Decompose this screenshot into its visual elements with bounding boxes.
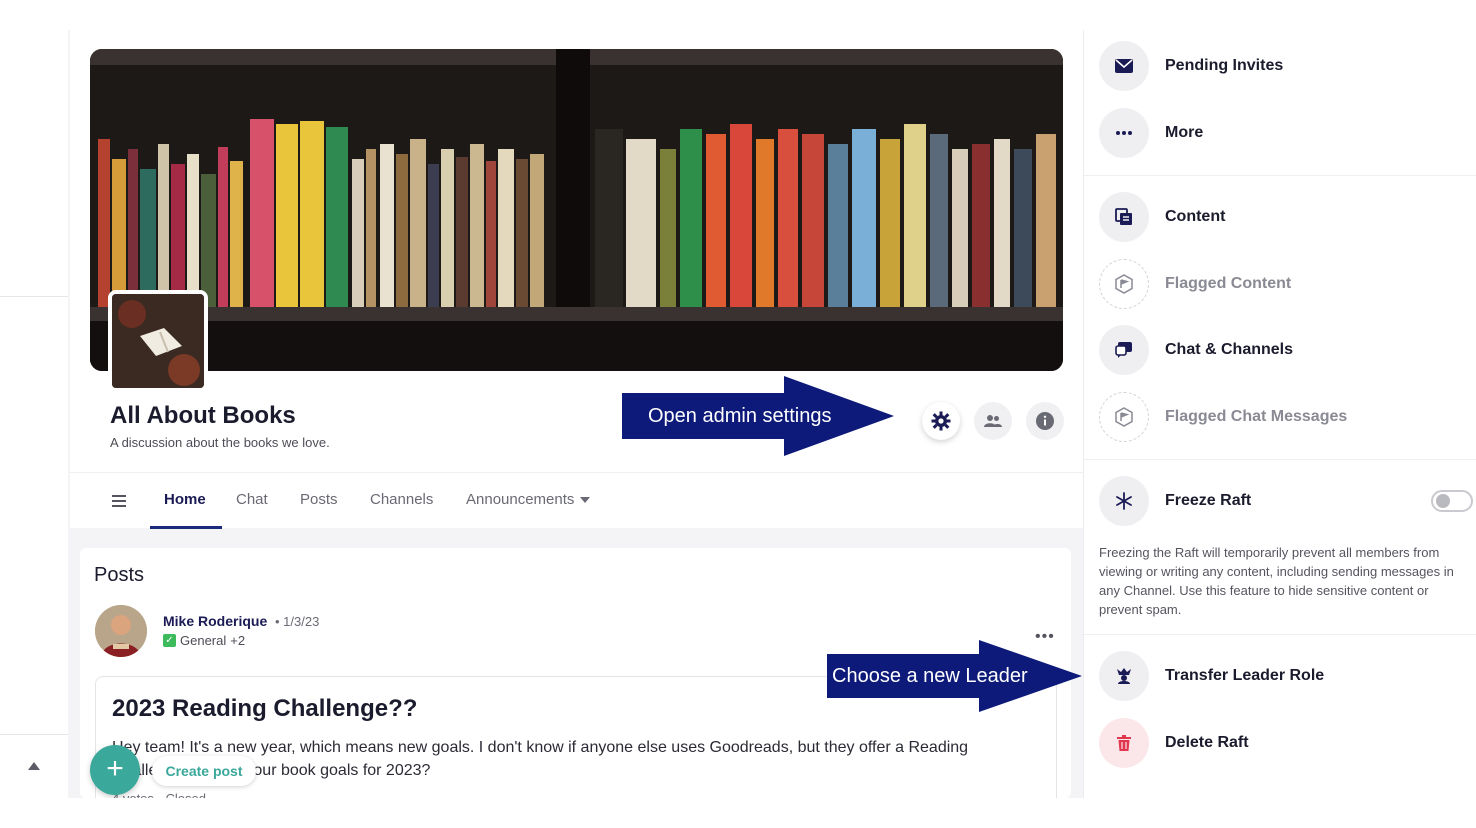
admin-settings-callout: Open admin settings <box>622 376 896 456</box>
group-subtitle: A discussion about the books we love. <box>110 435 330 450</box>
create-post-fab[interactable]: + <box>90 745 140 795</box>
tab-chat[interactable]: Chat <box>236 491 268 508</box>
admin-item-label: Content <box>1165 208 1226 225</box>
admin-item-label: Delete Raft <box>1165 734 1249 751</box>
gear-icon <box>931 411 951 431</box>
admin-item-flagged-content[interactable]: Flagged Content <box>1084 256 1476 312</box>
create-post-button[interactable]: Create post <box>152 756 256 786</box>
scroll-up-icon[interactable] <box>28 762 40 770</box>
section-divider <box>1084 175 1476 176</box>
chevron-down-icon <box>580 497 591 504</box>
chat-icon <box>1099 325 1149 375</box>
leader-callout-label: Choose a new Leader <box>832 665 1028 687</box>
admin-item-pending-invites[interactable]: Pending Invites <box>1084 38 1476 94</box>
author-avatar[interactable] <box>95 605 147 657</box>
admin-item-more[interactable]: More <box>1084 105 1476 161</box>
toggle-knob <box>1436 494 1450 508</box>
book-photo-icon <box>112 294 204 388</box>
group-tabs: Home Chat Posts Channels Announcements <box>70 472 1083 529</box>
section-divider <box>1084 459 1476 460</box>
cover-image <box>90 49 1063 371</box>
people-icon <box>984 415 1002 427</box>
snowflake-icon <box>1099 476 1149 526</box>
admin-item-flagged-chat[interactable]: Flagged Chat Messages <box>1084 389 1476 445</box>
members-button[interactable] <box>974 402 1012 440</box>
flag-icon <box>1099 259 1149 309</box>
bottom-edge <box>0 798 1476 828</box>
envelope-icon <box>1099 41 1149 91</box>
admin-item-label: Freeze Raft <box>1165 492 1252 509</box>
section-divider <box>1084 634 1476 635</box>
admin-item-label: Chat & Channels <box>1165 341 1294 358</box>
info-icon <box>1036 412 1054 430</box>
tab-channels[interactable]: Channels <box>370 491 433 508</box>
flag-icon <box>1099 392 1149 442</box>
admin-item-label: Flagged Chat Messages <box>1165 408 1348 425</box>
leader-icon <box>1099 651 1149 701</box>
trash-icon <box>1099 718 1149 768</box>
hamburger-menu-icon[interactable] <box>112 495 126 507</box>
admin-item-transfer-leader[interactable]: Transfer Leader Role <box>1084 648 1476 704</box>
admin-item-chat-channels[interactable]: Chat & Channels <box>1084 322 1476 378</box>
content-icon <box>1099 192 1149 242</box>
post-channels[interactable]: ✓ General +2 <box>163 633 245 648</box>
freeze-description: Freezing the Raft will temporarily preve… <box>1099 545 1454 617</box>
freeze-raft-toggle[interactable] <box>1431 490 1473 512</box>
admin-item-label: Flagged Content <box>1165 275 1292 292</box>
left-rail-divider <box>0 296 68 297</box>
channel-name: General <box>180 633 227 648</box>
tab-announcements-label: Announcements <box>466 491 575 508</box>
tab-announcements[interactable]: Announcements <box>466 491 591 508</box>
admin-panel: Pending Invites More Content Flagged Con… <box>1083 30 1476 798</box>
bookshelf-illustration <box>90 49 1063 371</box>
app-page: All About Books A discussion about the b… <box>0 0 1476 828</box>
admin-item-label: More <box>1165 124 1204 141</box>
channel-extra-count: +2 <box>230 633 246 648</box>
group-header: All About Books A discussion about the b… <box>70 30 1083 529</box>
left-rail <box>0 0 68 798</box>
admin-item-label: Pending Invites <box>1165 57 1284 74</box>
checkmark-icon: ✓ <box>163 634 176 647</box>
admin-item-delete-raft[interactable]: Delete Raft <box>1084 715 1476 771</box>
post-date: • 1/3/23 <box>275 614 320 629</box>
admin-item-label: Transfer Leader Role <box>1165 667 1325 684</box>
active-tab-indicator <box>150 526 222 529</box>
leader-callout: Choose a new Leader <box>827 640 1083 712</box>
post-title: 2023 Reading Challenge?? <box>112 695 418 722</box>
group-title: All About Books <box>110 402 296 429</box>
admin-settings-button[interactable] <box>922 402 960 440</box>
tab-home[interactable]: Home <box>164 491 206 508</box>
admin-item-content[interactable]: Content <box>1084 189 1476 245</box>
tab-posts[interactable]: Posts <box>300 491 338 508</box>
group-avatar[interactable] <box>108 290 208 392</box>
ellipsis-icon <box>1099 108 1149 158</box>
person-photo-icon <box>95 605 147 657</box>
admin-item-freeze-raft: Freeze Raft <box>1084 473 1476 529</box>
admin-callout-label: Open admin settings <box>648 405 832 427</box>
left-rail-divider <box>0 734 68 735</box>
info-button[interactable] <box>1026 402 1064 440</box>
author-name[interactable]: Mike Roderique <box>163 613 267 629</box>
posts-heading: Posts <box>94 564 145 586</box>
